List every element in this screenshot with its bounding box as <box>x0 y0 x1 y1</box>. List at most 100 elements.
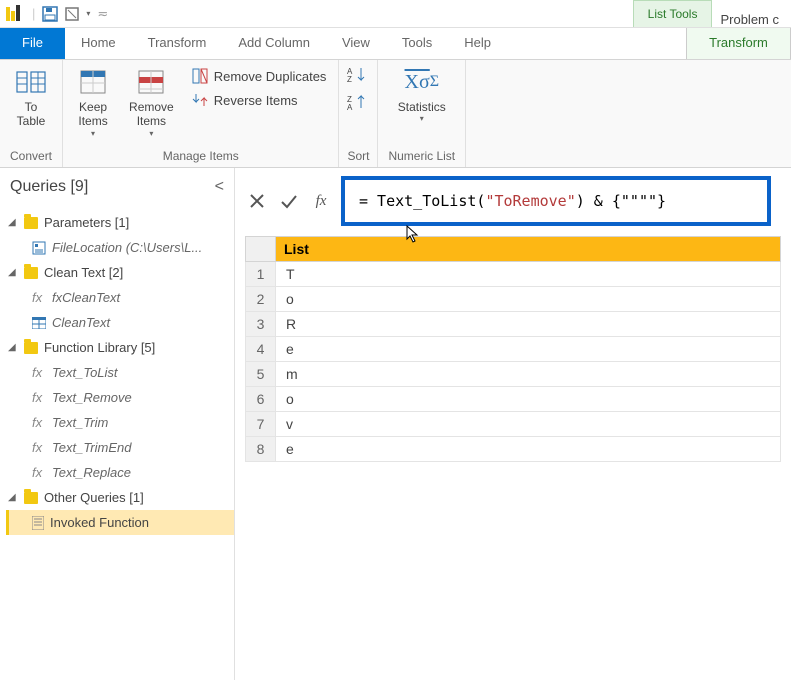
query-filelocation[interactable]: FileLocation (C:\Users\L... <box>6 235 234 260</box>
menu-tabs: File Home Transform Add Column View Tool… <box>0 28 791 60</box>
remove-duplicates-icon <box>192 68 208 84</box>
table-row[interactable]: 5m <box>246 362 781 387</box>
reverse-items-button[interactable]: Reverse Items <box>188 90 331 110</box>
caret-down-icon: ◢ <box>8 492 18 503</box>
formula-suffix: ) & {""""} <box>576 192 666 210</box>
formula-input[interactable]: = Text_ToList("ToRemove") & {""""} <box>341 176 771 226</box>
query-label: Text_ToList <box>52 365 118 380</box>
sort-desc-button[interactable]: ZA <box>345 92 371 114</box>
ribbon: To Table Convert Keep Items ▾ Remove Ite… <box>0 60 791 168</box>
fx-label-icon: fx <box>309 189 333 213</box>
row-number: 7 <box>246 412 276 437</box>
undo-icon[interactable] <box>64 6 80 22</box>
remove-items-button[interactable]: Remove Items ▾ <box>123 64 180 140</box>
title-bar: | ▾ ≂ List Tools Problem c <box>0 0 791 28</box>
remove-items-icon <box>135 66 167 98</box>
row-number: 8 <box>246 437 276 462</box>
table-row[interactable]: 1T <box>246 262 781 287</box>
caret-down-icon: ◢ <box>8 342 18 353</box>
query-text-replace[interactable]: fx Text_Replace <box>6 460 234 485</box>
row-header-blank <box>246 237 276 262</box>
group-label: Function Library [5] <box>44 340 155 355</box>
fx-icon: fx <box>32 290 46 305</box>
chevron-down-icon: ▾ <box>91 129 95 138</box>
svg-text:A: A <box>347 103 353 112</box>
ribbon-group-numeric: Xσ Σ Statistics ▾ Numeric List <box>378 60 466 167</box>
list-column-header[interactable]: List <box>276 237 781 262</box>
accept-formula-button[interactable] <box>277 189 301 213</box>
save-icon[interactable] <box>42 6 58 22</box>
cell-value: v <box>276 412 781 437</box>
cell-value: m <box>276 362 781 387</box>
cell-value: e <box>276 337 781 362</box>
group-label-convert: Convert <box>8 147 54 165</box>
caret-down-icon: ◢ <box>8 267 18 278</box>
qat-dropdown-icon[interactable]: ▾ <box>86 9 90 18</box>
cell-value: R <box>276 312 781 337</box>
group-clean-text[interactable]: ◢ Clean Text [2] <box>6 260 234 285</box>
folder-icon <box>24 267 38 279</box>
tab-context-transform[interactable]: Transform <box>686 28 791 59</box>
fx-icon: fx <box>32 390 46 405</box>
query-cleantext[interactable]: CleanText <box>6 310 234 335</box>
table-icon <box>32 317 46 329</box>
tab-transform[interactable]: Transform <box>132 28 223 59</box>
chevron-down-icon: ▾ <box>149 129 153 138</box>
query-label: Text_Trim <box>52 415 108 430</box>
remove-duplicates-button[interactable]: Remove Duplicates <box>188 66 331 86</box>
query-text-tolist[interactable]: fx Text_ToList <box>6 360 234 385</box>
table-row[interactable]: 2o <box>246 287 781 312</box>
keep-items-icon <box>77 66 109 98</box>
query-fxcleantext[interactable]: fx fxCleanText <box>6 285 234 310</box>
formula-string: "ToRemove" <box>485 192 575 210</box>
sort-asc-button[interactable]: AZ <box>345 64 371 86</box>
queries-pane: Queries [9] < ◢ Parameters [1] FileLocat… <box>0 168 235 680</box>
ribbon-group-convert: To Table Convert <box>0 60 63 167</box>
tab-help[interactable]: Help <box>448 28 507 59</box>
chevron-down-icon: ▾ <box>420 114 424 123</box>
row-number: 1 <box>246 262 276 287</box>
row-number: 5 <box>246 362 276 387</box>
tab-file[interactable]: File <box>0 28 65 59</box>
formula-prefix: = Text_ToList( <box>359 192 485 210</box>
table-row[interactable]: 3R <box>246 312 781 337</box>
caret-down-icon: ◢ <box>8 217 18 228</box>
reverse-items-icon <box>192 92 208 108</box>
content-area: fx = Text_ToList("ToRemove") & {""""} Li… <box>235 168 791 680</box>
list-icon <box>32 516 44 530</box>
folder-icon <box>24 342 38 354</box>
table-row[interactable]: 8e <box>246 437 781 462</box>
tab-tools[interactable]: Tools <box>386 28 448 59</box>
window-title: Problem c <box>712 12 787 27</box>
group-function-library[interactable]: ◢ Function Library [5] <box>6 335 234 360</box>
svg-text:Z: Z <box>347 75 352 84</box>
context-tab-title: List Tools <box>633 0 713 27</box>
query-text-trimend[interactable]: fx Text_TrimEnd <box>6 435 234 460</box>
statistics-button[interactable]: Xσ Σ Statistics ▾ <box>386 64 457 125</box>
table-row[interactable]: 6o <box>246 387 781 412</box>
queries-header: Queries [9] < <box>0 168 234 206</box>
query-label: Text_Replace <box>52 465 131 480</box>
table-row[interactable]: 4e <box>246 337 781 362</box>
collapse-chevron-icon[interactable]: < <box>215 178 224 196</box>
tab-add-column[interactable]: Add Column <box>222 28 326 59</box>
table-row[interactable]: 7v <box>246 412 781 437</box>
tab-home[interactable]: Home <box>65 28 132 59</box>
query-invoked-function[interactable]: Invoked Function <box>6 510 234 535</box>
fx-icon: fx <box>32 465 46 480</box>
tab-view[interactable]: View <box>326 28 386 59</box>
group-parameters[interactable]: ◢ Parameters [1] <box>6 210 234 235</box>
group-other-queries[interactable]: ◢ Other Queries [1] <box>6 485 234 510</box>
query-text-remove[interactable]: fx Text_Remove <box>6 385 234 410</box>
query-text-trim[interactable]: fx Text_Trim <box>6 410 234 435</box>
cell-value: o <box>276 387 781 412</box>
formula-bar: fx = Text_ToList("ToRemove") & {""""} <box>245 176 781 226</box>
row-number: 4 <box>246 337 276 362</box>
cancel-formula-button[interactable] <box>245 189 269 213</box>
row-number: 3 <box>246 312 276 337</box>
keep-items-button[interactable]: Keep Items ▾ <box>71 64 115 140</box>
remove-duplicates-label: Remove Duplicates <box>214 69 327 84</box>
folder-icon <box>24 217 38 229</box>
to-table-button[interactable]: To Table <box>8 64 54 131</box>
group-label-numeric: Numeric List <box>386 147 457 165</box>
